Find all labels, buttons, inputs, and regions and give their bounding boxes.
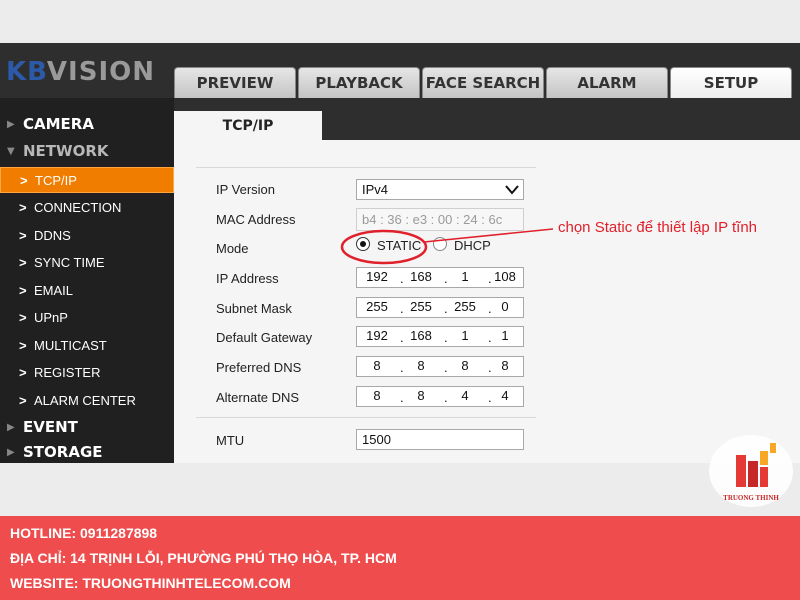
contact-footer: HOTLINE: 0911287898 ĐỊA CHỈ: 14 TRỊNH LỖ… [0,516,800,600]
watermark-logo: TRUONG THINH [708,433,794,509]
highlight-circle [340,229,428,265]
address-text: ĐỊA CHỈ: 14 TRỊNH LỖI, PHƯỜNG PHÚ THỌ HÒ… [10,550,397,566]
hotline-text: HOTLINE: 0911287898 [10,525,158,541]
website-text: WEBSITE: TRUONGTHINHTELECOM.COM [10,575,291,591]
annotation-overlay [340,228,554,265]
annotation-callout: chọn Static để thiết lập IP tĩnh [558,219,758,236]
watermark-text: TRUONG THINH [723,494,779,502]
callout-line [423,228,554,243]
